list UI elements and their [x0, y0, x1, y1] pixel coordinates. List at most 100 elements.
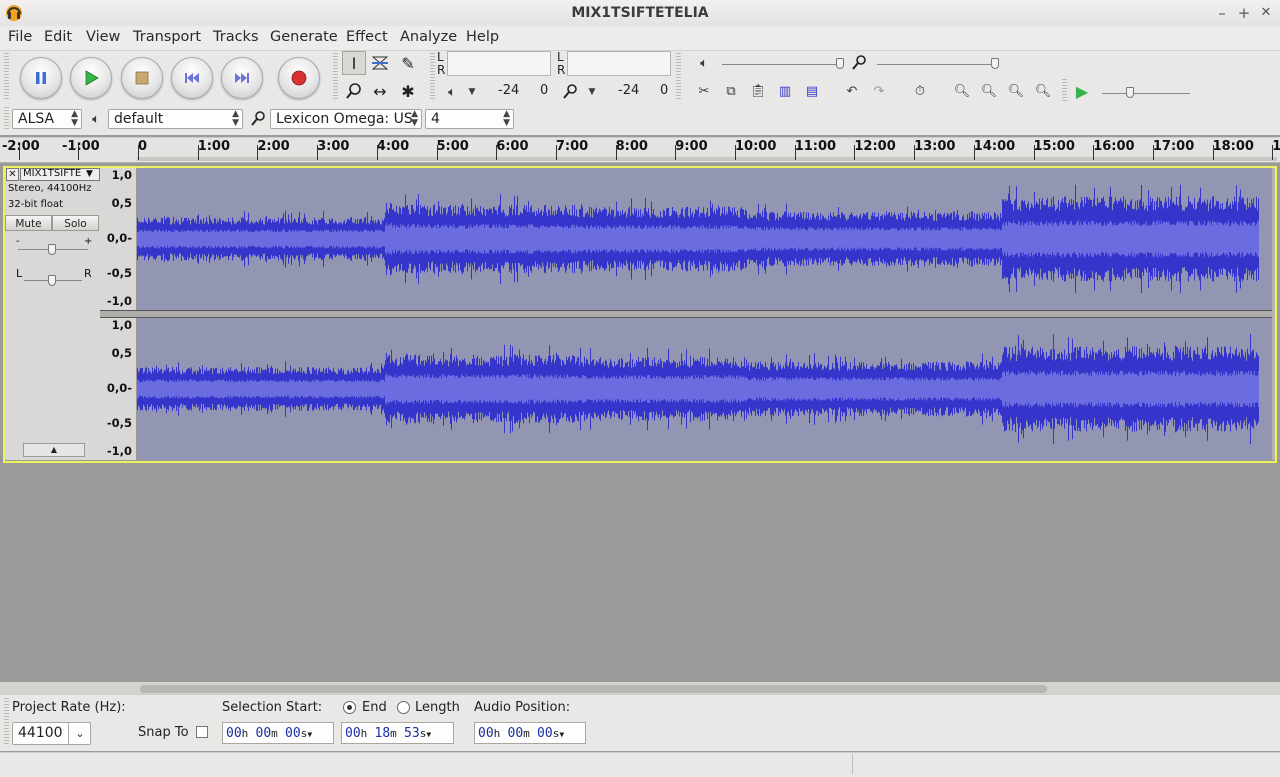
play-button[interactable] [70, 57, 112, 99]
input-channels-value: 4 [431, 111, 440, 127]
menu-analyze[interactable]: Analyze [400, 29, 457, 45]
project-rate-label: Project Rate (Hz): [12, 700, 126, 715]
zoom-out-button[interactable]: 🔍︎ [977, 79, 1001, 103]
copy-button[interactable]: ⧉ [719, 79, 743, 103]
collapse-track-button[interactable]: ▲ [23, 443, 85, 457]
ruler-tick-mark [19, 145, 20, 160]
track-close-button[interactable]: ✕ [6, 168, 19, 181]
upper-channel-waveform[interactable] [137, 168, 1272, 310]
input-channels-select[interactable]: 4 ▲ ▼ [425, 109, 514, 129]
skip-end-icon [235, 73, 249, 83]
input-device-value: Lexicon Omega: US [276, 111, 413, 127]
output-device-select[interactable]: default ▲ ▼ [108, 109, 243, 129]
chevron-down-icon: ▼ [86, 169, 93, 179]
menu-tracks[interactable]: Tracks [213, 29, 259, 45]
ruler-tick-mark [496, 145, 497, 160]
ruler-tick-label: 11:00 [794, 139, 837, 154]
record-meter-menu-button[interactable]: ▼ [580, 80, 604, 104]
menu-edit[interactable]: Edit [44, 29, 72, 45]
ruler-tick-label: 17:00 [1152, 139, 1195, 154]
channel-divider[interactable] [100, 310, 1275, 318]
ruler-tick-mark [616, 145, 617, 160]
ruler-tick-mark [198, 145, 199, 160]
minimize-button[interactable]: – [1212, 3, 1232, 23]
input-volume-thumb[interactable] [991, 58, 999, 69]
maximize-button[interactable]: + [1234, 3, 1254, 23]
menu-effect[interactable]: Effect [346, 29, 388, 45]
paste-button[interactable]: 📋︎ [746, 79, 770, 103]
track-control-panel[interactable] [5, 168, 100, 460]
lower-channel-waveform[interactable] [137, 318, 1272, 460]
mute-button[interactable]: Mute [5, 215, 52, 231]
audio-host-select[interactable]: ALSA ▲ ▼ [12, 109, 82, 129]
status-bar-divider [852, 754, 853, 774]
ruler-tick-mark [317, 145, 318, 160]
toolbar-grip[interactable] [430, 53, 435, 101]
end-radio[interactable] [343, 701, 356, 714]
close-button[interactable]: ✕ [1256, 3, 1276, 23]
audio-position-time[interactable]: 00h 00m 00s▼ [474, 722, 586, 744]
menu-help[interactable]: Help [466, 29, 499, 45]
sync-lock-button[interactable]: ⏱︎ [908, 79, 932, 103]
pan-right-label: R [84, 267, 92, 280]
selection-tool-button[interactable]: I [342, 51, 366, 75]
chevron-down-icon: ⌄ [68, 723, 90, 744]
track-format-bits: 32-bit float [8, 199, 64, 210]
track-format-rate: Stereo, 44100Hz [8, 183, 92, 194]
play-at-speed-button[interactable]: ▶ [1070, 79, 1094, 103]
fit-selection-button[interactable]: 🔍︎ [1004, 79, 1028, 103]
unit-h: h [360, 727, 368, 740]
undo-icon: ↶ [846, 83, 858, 99]
pause-button[interactable] [20, 57, 62, 99]
selection-end-time[interactable]: 00h 18m 53s▼ [341, 722, 454, 744]
input-device-select[interactable]: Lexicon Omega: US ▲ ▼ [270, 109, 422, 129]
zoom-in-button[interactable]: 🔍︎ [950, 79, 974, 103]
undo-button[interactable]: ↶ [840, 79, 864, 103]
snap-to-label: Snap To [138, 725, 189, 740]
trim-button[interactable]: ▥ [773, 79, 797, 103]
playback-meter[interactable] [447, 51, 551, 76]
gain-slider-thumb[interactable] [48, 244, 56, 255]
stop-button[interactable] [121, 57, 163, 99]
toolbar-grip[interactable] [333, 53, 338, 101]
toolbar-grip[interactable] [4, 107, 9, 131]
selection-start-time[interactable]: 00h 00m 00s▼ [222, 722, 334, 744]
menu-file[interactable]: File [8, 29, 32, 45]
toolbar-grip[interactable] [4, 53, 9, 101]
zoom-tool-button[interactable] [342, 79, 366, 103]
input-volume-slider[interactable] [877, 64, 999, 65]
pan-slider-thumb[interactable] [48, 275, 56, 286]
silence-button[interactable]: ▤ [800, 79, 824, 103]
menu-transport[interactable]: Transport [133, 29, 201, 45]
output-volume-slider[interactable] [722, 64, 844, 65]
envelope-tool-button[interactable] [368, 51, 392, 75]
playback-speed-thumb[interactable] [1126, 87, 1134, 98]
playback-speed-slider[interactable] [1102, 93, 1190, 94]
record-button[interactable] [278, 57, 320, 99]
input-device-microphone-icon [246, 107, 270, 131]
track-edge [1272, 168, 1275, 460]
chevron-down-icon: ▼ [426, 730, 432, 739]
fit-project-button[interactable]: 🔍︎ [1031, 79, 1055, 103]
draw-tool-button[interactable]: ✎ [396, 51, 420, 75]
time-shift-tool-button[interactable]: ↔ [368, 79, 392, 103]
output-volume-thumb[interactable] [836, 58, 844, 69]
menu-view[interactable]: View [86, 29, 120, 45]
toolbar-grip[interactable] [1062, 79, 1067, 103]
length-radio[interactable] [397, 701, 410, 714]
project-rate-select[interactable]: 44100 ⌄ [12, 722, 91, 745]
redo-button[interactable]: ↷ [867, 79, 891, 103]
cut-button[interactable]: ✂ [692, 79, 716, 103]
multi-tool-button[interactable]: ✱ [396, 79, 420, 103]
menu-generate[interactable]: Generate [270, 29, 338, 45]
playback-meter-menu-button[interactable]: ▼ [460, 80, 484, 104]
horizontal-scrollbar-thumb[interactable] [140, 685, 1047, 693]
snap-to-checkbox[interactable] [196, 726, 208, 738]
solo-button[interactable]: Solo [52, 215, 99, 231]
skip-to-end-button[interactable] [221, 57, 263, 99]
record-meter[interactable] [567, 51, 671, 76]
track-name-menu[interactable]: MIX1TSIFTE ▼ [20, 168, 100, 181]
toolbar-grip[interactable] [676, 53, 681, 101]
skip-to-start-button[interactable] [171, 57, 213, 99]
toolbar-grip[interactable] [4, 698, 9, 746]
